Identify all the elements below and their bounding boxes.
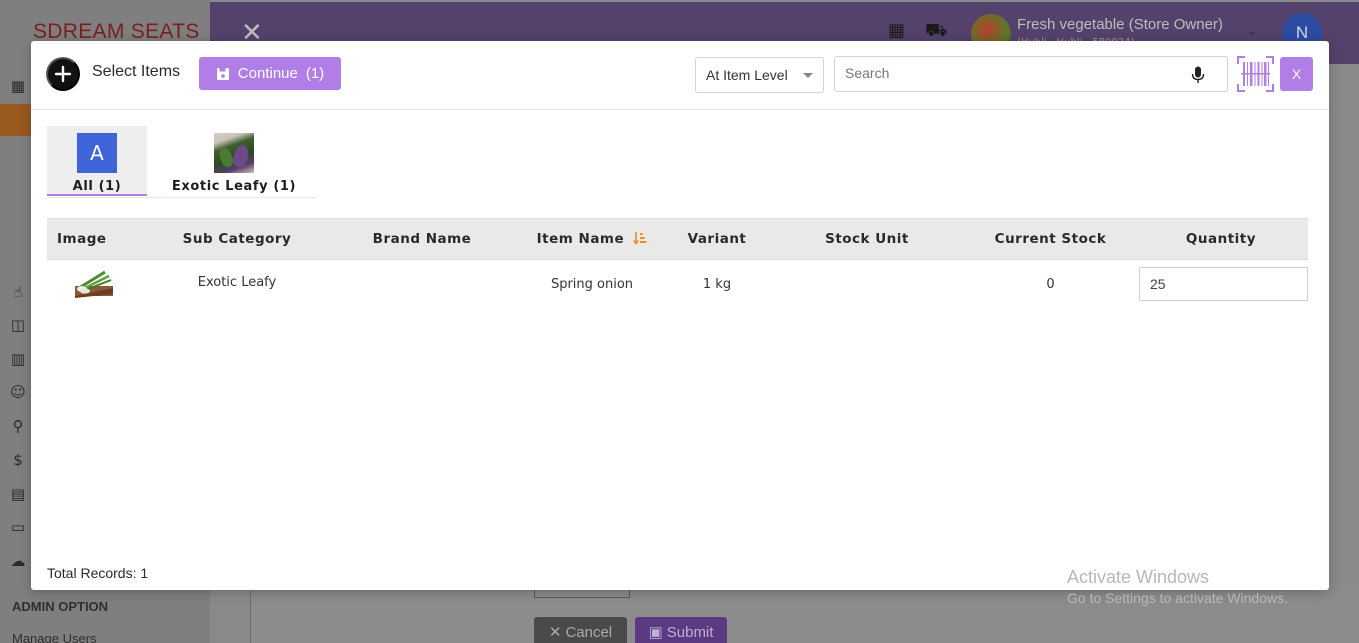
continue-count: (1) (305, 65, 325, 82)
continue-button[interactable]: Continue (1) (199, 57, 341, 90)
dollar-icon: $ (13, 451, 23, 469)
quantity-input[interactable] (1139, 267, 1308, 301)
bg-sidebar-active-item (0, 104, 31, 136)
chevron-down-icon: ⌄ (1247, 24, 1258, 38)
search-box (834, 56, 1228, 92)
spring-onion-image (75, 270, 113, 298)
cloud-download-icon: ☁ (10, 552, 26, 570)
column-variant: Variant (687, 231, 747, 247)
route-icon: ⚲ (12, 417, 24, 435)
column-sub-category: Sub Category (182, 231, 292, 247)
document-icon: ▭ (10, 518, 26, 536)
continue-label: Continue (237, 65, 298, 82)
column-current-stock: Current Stock (994, 231, 1107, 247)
receipt-icon: ▤ (10, 485, 26, 503)
close-modal-button[interactable]: X (1280, 57, 1313, 91)
items-table: Image Sub Category Brand Name Item Name … (47, 218, 1308, 308)
column-quantity: Quantity (1185, 231, 1257, 247)
current-stock-cell: 0 (1046, 276, 1055, 292)
tab-all-letter: A (77, 133, 117, 173)
column-item-name[interactable]: Item Name (517, 231, 667, 247)
bg-submit-button: ▣ Submit (635, 617, 727, 643)
item-image-cell (47, 266, 147, 302)
windows-activation-watermark: Activate Windows Go to Settings to activ… (1067, 567, 1288, 606)
save-icon (216, 67, 229, 80)
select-items-modal: Select Items Continue (1) At Item Level (31, 41, 1329, 590)
variant-cell: 1 kg (702, 276, 732, 292)
table-header: Image Sub Category Brand Name Item Name … (47, 218, 1308, 260)
category-tabs: A All (1) Exotic Leafy (1) (47, 126, 317, 198)
exotic-leafy-image (214, 133, 254, 173)
hand-coin-icon: ☝ (13, 283, 23, 301)
bg-cancel-button: ✕ Cancel (534, 617, 627, 643)
modal-header: Select Items Continue (1) At Item Level (31, 41, 1329, 110)
bg-submit-label: Submit (666, 623, 714, 641)
column-item-name-label: Item Name (536, 231, 625, 247)
caret-down-icon (803, 73, 813, 78)
sub-category-cell: Exotic Leafy (197, 274, 277, 290)
column-image: Image (57, 231, 107, 247)
admin-option-heading: ADMIN OPTION (12, 599, 109, 614)
save-icon: ▣ (648, 624, 663, 641)
tab-all-label: All (1) (72, 179, 122, 194)
quantity-cell (1134, 267, 1308, 301)
tab-exotic-leafy[interactable]: Exotic Leafy (1) (165, 126, 303, 196)
clock-doc-icon: ◫ (10, 316, 26, 334)
tab-exotic-leafy-label: Exotic Leafy (1) (171, 179, 297, 194)
add-item-button[interactable] (46, 57, 80, 91)
watermark-title: Activate Windows (1067, 567, 1210, 587)
table-row: Exotic Leafy Spring onion 1 kg 0 (47, 260, 1308, 308)
chart-icon: ▥ (10, 350, 26, 368)
total-records: Total Records: 1 (47, 565, 149, 581)
modal-title: Select Items (92, 63, 181, 80)
manage-users-item: Manage Users (12, 631, 97, 643)
column-stock-unit: Stock Unit (825, 231, 909, 247)
bg-cancel-label: Cancel (565, 623, 613, 641)
level-select[interactable]: At Item Level (695, 57, 824, 93)
store-name: Fresh vegetable (Store Owner) (1017, 16, 1223, 33)
tab-all[interactable]: A All (1) (47, 126, 147, 196)
watermark-subtitle: Go to Settings to activate Windows. (1067, 590, 1288, 606)
face-icon: ☺ (10, 383, 26, 401)
close-icon: ✕ (548, 624, 562, 641)
barcode-scanner-icon[interactable] (1237, 56, 1274, 92)
item-name-cell: Spring onion (550, 276, 634, 292)
store-icon: ▦ (10, 77, 26, 95)
search-input[interactable] (845, 65, 1175, 81)
plus-icon (54, 65, 72, 83)
column-brand-name: Brand Name (372, 231, 472, 247)
sort-icon[interactable] (633, 231, 647, 245)
level-select-value: At Item Level (706, 67, 788, 83)
microphone-icon[interactable] (1191, 66, 1205, 84)
